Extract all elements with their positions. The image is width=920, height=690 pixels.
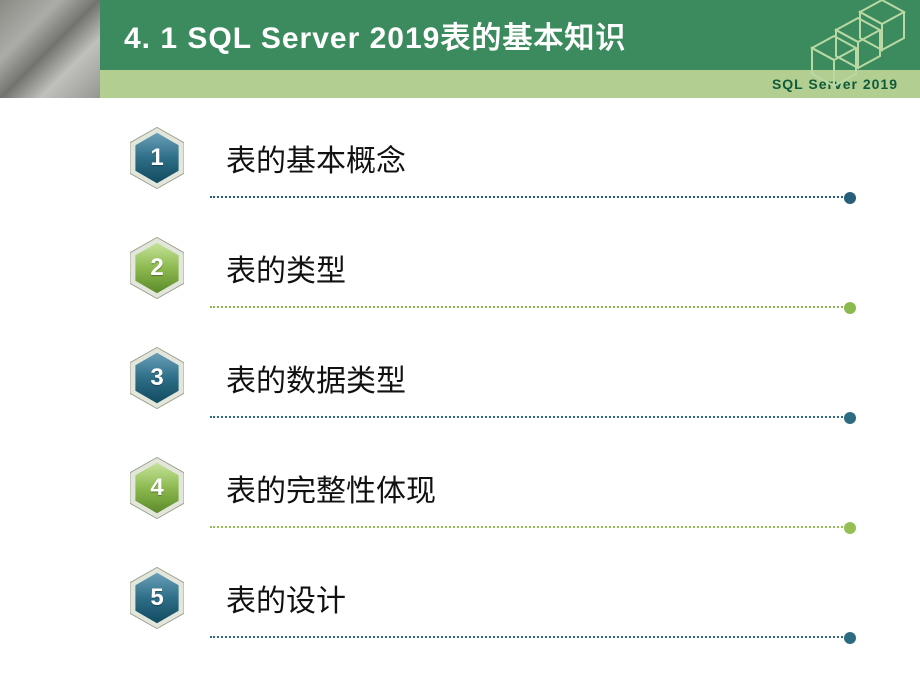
dotted-underline [210, 196, 850, 198]
content-list: 1 表的基本概念 2 表的类型 [0, 98, 920, 630]
hexagon-badge: 5 [130, 567, 184, 629]
title-bar: 4. 1 SQL Server 2019表的基本知识 [100, 0, 920, 70]
item-label: 表的设计 [226, 576, 346, 620]
item-number: 4 [130, 457, 184, 519]
item-number: 1 [130, 127, 184, 189]
slide-subtitle: SQL Server 2019 [772, 76, 898, 92]
item-label: 表的类型 [226, 246, 346, 290]
dotted-underline [210, 416, 850, 418]
item-number: 3 [130, 347, 184, 409]
dotted-underline [210, 636, 850, 638]
item-number: 2 [130, 237, 184, 299]
list-item: 1 表的基本概念 [130, 126, 850, 190]
line-endcap-icon [844, 302, 856, 314]
list-item: 3 表的数据类型 [130, 346, 850, 410]
list-item: 4 表的完整性体现 [130, 456, 850, 520]
line-endcap-icon [844, 412, 856, 424]
hexagon-badge: 4 [130, 457, 184, 519]
list-item: 2 表的类型 [130, 236, 850, 300]
dotted-underline [210, 306, 850, 308]
line-endcap-icon [844, 192, 856, 204]
hexagon-badge: 3 [130, 347, 184, 409]
list-item: 5 表的设计 [130, 566, 850, 630]
dotted-underline [210, 526, 850, 528]
subtitle-bar: SQL Server 2019 [100, 70, 920, 98]
slide-header: 4. 1 SQL Server 2019表的基本知识 SQL Server 20… [0, 0, 920, 98]
line-endcap-icon [844, 522, 856, 534]
decorative-photo-strip [0, 0, 100, 98]
item-label: 表的完整性体现 [226, 466, 436, 510]
line-endcap-icon [844, 632, 856, 644]
hexagon-badge: 2 [130, 237, 184, 299]
item-number: 5 [130, 567, 184, 629]
slide-title: 4. 1 SQL Server 2019表的基本知识 [124, 13, 626, 57]
item-label: 表的数据类型 [226, 356, 406, 400]
item-label: 表的基本概念 [226, 136, 406, 180]
hexagon-badge: 1 [130, 127, 184, 189]
